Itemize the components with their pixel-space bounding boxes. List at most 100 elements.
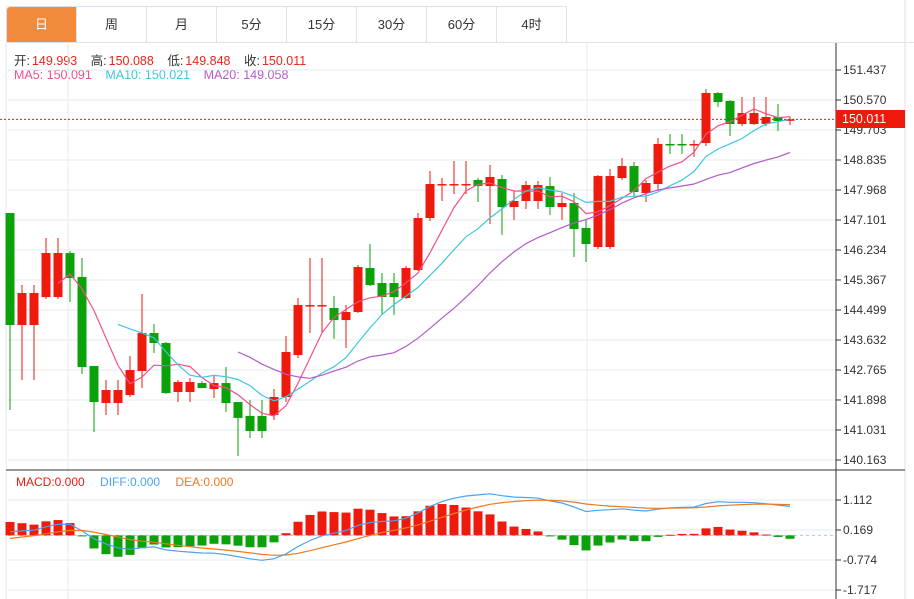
candle-up — [173, 382, 183, 393]
candle-down — [665, 143, 675, 146]
candle-up — [17, 293, 27, 326]
macd-bar — [221, 535, 231, 545]
macd-bar — [605, 535, 615, 543]
candle-up — [425, 184, 435, 219]
candle-up — [689, 143, 699, 146]
candle-up — [749, 112, 759, 124]
candle-up — [185, 382, 195, 393]
macd-bar — [485, 514, 495, 536]
candle-up — [461, 184, 471, 186]
price-tick-label: 140.163 — [843, 453, 887, 467]
candle-up — [113, 390, 123, 404]
macd-bar — [125, 535, 135, 555]
macd-bar — [521, 528, 531, 536]
macd-info: MACD:0.000 DIFF:0.000 DEA:0.000 — [16, 475, 233, 489]
candle-down — [257, 415, 267, 432]
macd-bar — [773, 535, 783, 537]
price-tick-label: 146.234 — [843, 242, 887, 257]
macd-bar — [689, 533, 699, 536]
macd-tick-label: 1.112 — [843, 493, 873, 507]
macd-bar — [545, 535, 555, 537]
macd-bar — [197, 535, 207, 546]
current-price-badge: 150.011 — [836, 110, 905, 128]
candle-down — [569, 203, 579, 230]
macd-bar — [185, 535, 195, 547]
candle-up — [617, 165, 627, 178]
candle-up — [317, 305, 327, 307]
candle-down — [473, 180, 483, 187]
macd-tick-label: -0.774 — [843, 553, 878, 567]
macd-bar — [17, 523, 27, 536]
macd-bar — [473, 511, 483, 536]
price-tick-label: 142.765 — [843, 362, 887, 377]
candle-down — [5, 213, 15, 326]
ma20-line — [237, 151, 791, 379]
price-tick-label: 147.968 — [843, 183, 887, 197]
macd-bar — [233, 535, 243, 546]
price-tick-label: 151.437 — [843, 63, 887, 77]
candle-down — [233, 402, 243, 418]
diff-value: DIFF:0.000 — [100, 475, 161, 489]
macd-bar — [269, 535, 279, 543]
candle-up — [701, 93, 711, 143]
macd-bar — [677, 533, 687, 536]
macd-bar — [209, 535, 219, 544]
macd-tick-label: 0.169 — [843, 523, 874, 537]
macd-bar — [641, 535, 651, 542]
macd-bar — [329, 512, 339, 536]
macd-bar — [497, 521, 507, 536]
kline-chart[interactable] — [0, 0, 914, 599]
macd-bar — [761, 534, 771, 536]
candle-down — [245, 415, 255, 432]
candle-up — [101, 390, 111, 404]
macd-bar — [353, 508, 363, 536]
dea-value: DEA:0.000 — [175, 475, 234, 489]
macd-bar — [257, 535, 267, 548]
candle-up — [557, 203, 567, 208]
price-tick-label: 141.031 — [843, 422, 887, 437]
candle-up — [137, 333, 147, 372]
macd-bar — [629, 535, 639, 542]
candle-up — [341, 312, 351, 321]
candle-up — [653, 143, 663, 185]
macd-bar — [533, 531, 543, 536]
macd-bar — [581, 535, 591, 551]
price-tick-label: 144.499 — [843, 303, 887, 317]
price-tick-label: 143.632 — [843, 332, 887, 347]
macd-bar — [593, 535, 603, 546]
macd-bar — [305, 514, 315, 536]
candle-up — [641, 183, 651, 194]
macd-bar — [437, 504, 447, 536]
macd-value: MACD:0.000 — [16, 475, 85, 489]
macd-bar — [113, 535, 123, 557]
macd-bar — [509, 526, 519, 536]
macd-bar — [725, 529, 735, 536]
macd-bar — [617, 535, 627, 540]
candle-down — [77, 277, 87, 368]
candle-down — [581, 228, 591, 245]
price-tick-label: 147.101 — [843, 212, 887, 227]
macd-bar — [245, 535, 255, 548]
candle-up — [437, 184, 447, 186]
macd-bar — [749, 532, 759, 536]
candle-up — [353, 267, 363, 313]
price-tick-label: 150.570 — [843, 92, 887, 107]
candle-up — [293, 305, 303, 356]
candle-down — [221, 383, 231, 404]
macd-bar — [701, 528, 711, 536]
macd-bar — [281, 533, 291, 536]
candle-down — [161, 343, 171, 394]
macd-bar — [5, 521, 15, 536]
candle-down — [497, 179, 507, 208]
candle-up — [41, 253, 51, 298]
candle-down — [197, 383, 207, 389]
candle-down — [365, 268, 375, 286]
macd-bar — [557, 535, 567, 540]
macd-bar — [737, 530, 747, 536]
macd-tick-label: -1.717 — [843, 583, 878, 597]
price-tick-label: 145.367 — [843, 272, 887, 287]
macd-bar — [653, 535, 663, 537]
price-tick-label: 148.835 — [843, 153, 887, 167]
macd-bar — [389, 516, 399, 536]
candle-up — [29, 293, 39, 326]
